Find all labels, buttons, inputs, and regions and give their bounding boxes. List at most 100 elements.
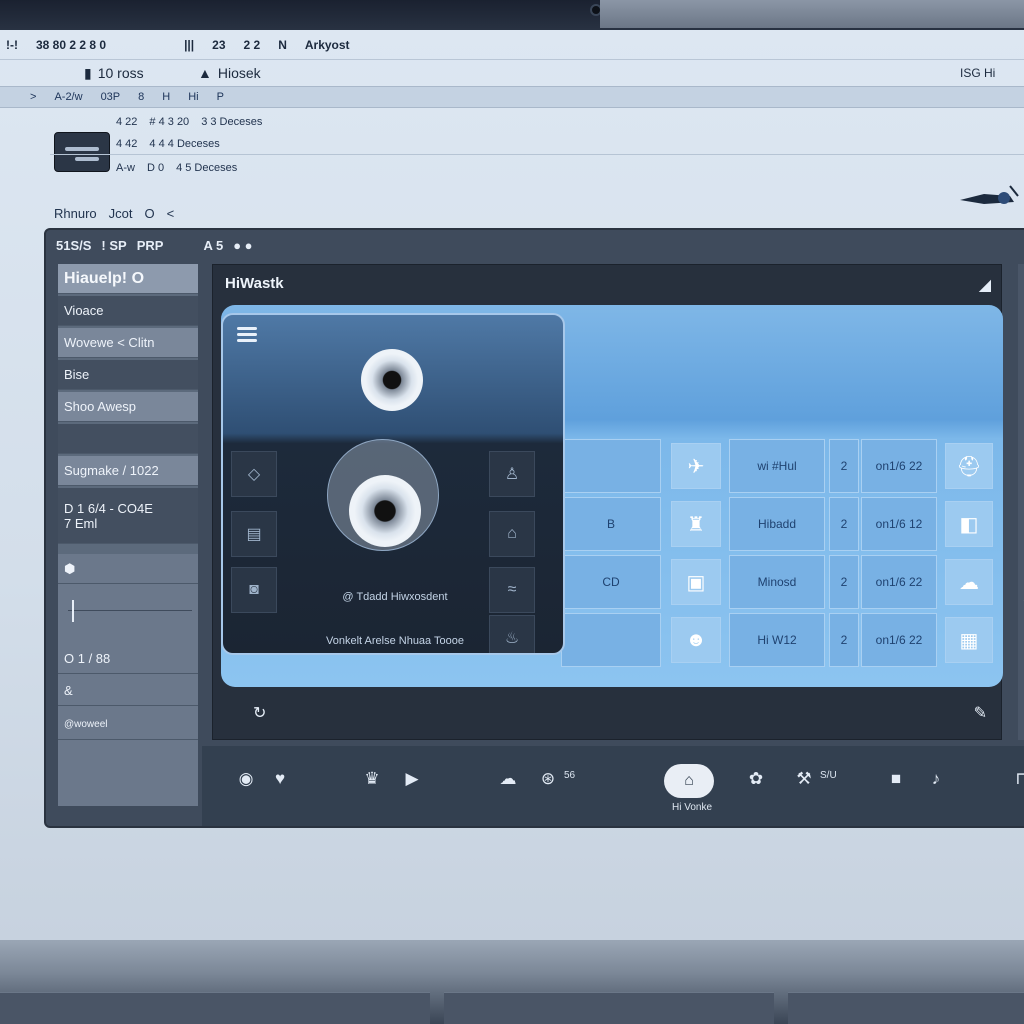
bag-icon[interactable]: ◙ bbox=[231, 567, 277, 613]
sidebar-item-vioace[interactable]: Vioace bbox=[58, 296, 198, 326]
sidebar-item-shoo[interactable]: Shoo Awesp bbox=[58, 392, 198, 422]
title-right[interactable]: ISG Hi bbox=[960, 66, 995, 80]
home-button[interactable]: ⌂ bbox=[664, 764, 714, 798]
sidebar-lower-item[interactable]: & bbox=[58, 676, 198, 706]
preview-thumbnail[interactable] bbox=[54, 132, 110, 172]
plane-icon[interactable]: ✈ bbox=[671, 443, 721, 489]
taskbar: ◉ ♥ ♛ ▶ ☁ ⊛ 56 ⌂ Hi Vonke ✿ ⚒ S/U ■ ♪ ⊓ bbox=[202, 746, 1024, 826]
film-icon[interactable]: ▶ bbox=[398, 766, 426, 792]
menu-item[interactable]: 2 2 bbox=[244, 38, 261, 52]
tool-icon[interactable]: ⚒ bbox=[790, 766, 818, 792]
panel-link[interactable]: Jcot bbox=[109, 206, 133, 221]
camera-icon[interactable]: ◉ bbox=[232, 766, 260, 792]
user-icon[interactable]: ☻ bbox=[671, 617, 721, 663]
heart-icon[interactable]: ♥ bbox=[266, 766, 294, 792]
sidebar-item-sugmake[interactable]: Sugmake / 1022 bbox=[58, 456, 198, 486]
app-icon[interactable]: ■ bbox=[882, 766, 910, 792]
toolbar-item[interactable]: 03P bbox=[101, 91, 121, 103]
taskbar-label: 56 bbox=[564, 770, 576, 781]
header-item[interactable]: ! SP bbox=[101, 238, 126, 253]
menu-item[interactable]: 38 80 2 2 8 0 bbox=[36, 38, 106, 52]
sidebar-item-empty[interactable] bbox=[58, 424, 198, 454]
refresh-icon[interactable]: ↻ bbox=[253, 703, 266, 723]
camera-lens-icon bbox=[361, 349, 423, 411]
header-item[interactable]: ● ● bbox=[233, 238, 252, 253]
grid-cell[interactable]: Hi W12 bbox=[729, 613, 825, 667]
grid-cell[interactable]: Minosd bbox=[729, 555, 825, 609]
grid-cell: on1/6 22 bbox=[861, 555, 937, 609]
grid-cell: CD bbox=[561, 555, 661, 609]
toolbar-item[interactable]: Hi bbox=[188, 91, 198, 103]
robot-icon[interactable]: ♜ bbox=[671, 501, 721, 547]
panel-link[interactable]: < bbox=[167, 206, 175, 221]
home-icon: ⌂ bbox=[684, 772, 694, 789]
sidebar-item-label: Shoo Awesp bbox=[64, 399, 137, 414]
menu-item[interactable]: N bbox=[278, 38, 287, 52]
title-center[interactable]: ▲ Hiosek bbox=[198, 65, 261, 81]
sidebar-title[interactable]: Hiauelp! O bbox=[58, 264, 198, 294]
menu-item[interactable]: !-! bbox=[6, 38, 18, 52]
overlay-caption: @ Tdadd Hiwxosdent bbox=[342, 591, 448, 603]
data-grid: ✈ wi #Hul 2 on1/6 22 ⛑ B ♜ Hibadd 2 on1/… bbox=[561, 439, 1001, 669]
header-item[interactable]: 51S/S bbox=[56, 238, 91, 253]
sidebar-item-label: Wovewe < Clitn bbox=[64, 335, 155, 350]
grid-icon[interactable]: ▤ bbox=[231, 511, 277, 557]
sidebar-lower-label: & bbox=[64, 683, 73, 698]
panel-field: 4 5 Deceses bbox=[176, 162, 238, 174]
panel-link[interactable]: Rhnuro bbox=[54, 206, 97, 221]
panel-field: D 0 bbox=[146, 162, 165, 174]
header-item[interactable]: A 5 bbox=[203, 238, 223, 253]
cloud-icon[interactable]: ☁ bbox=[494, 766, 522, 792]
tag-icon[interactable]: ◧ bbox=[945, 501, 993, 547]
crown-icon[interactable]: ♛ bbox=[358, 766, 386, 792]
sidebar-lower-icon[interactable]: ⬢ bbox=[58, 554, 198, 584]
title-left[interactable]: ▮ 10 ross bbox=[84, 65, 144, 82]
grid-cell: on1/6 12 bbox=[861, 497, 937, 551]
helmet-icon[interactable]: ⛑ bbox=[945, 443, 993, 489]
cup-icon[interactable]: ▣ bbox=[671, 559, 721, 605]
toolbar-item[interactable]: H bbox=[162, 91, 170, 103]
panel-link[interactable]: O bbox=[144, 206, 154, 221]
menu-item[interactable]: ||| bbox=[184, 38, 194, 52]
figure-icon[interactable]: ♙ bbox=[489, 451, 535, 497]
lock-icon[interactable]: ⌂ bbox=[489, 511, 535, 557]
sidebar-item-wovewe[interactable]: Wovewe < Clitn bbox=[58, 328, 198, 358]
sidebar-item-label: Sugmake / 1022 bbox=[64, 463, 159, 478]
panel-field: 3 3 Deceses bbox=[201, 116, 263, 128]
diamond-icon[interactable]: ◇ bbox=[231, 451, 277, 497]
sidebar-lower-item[interactable]: @woweel bbox=[58, 710, 198, 740]
folder-icon[interactable]: ⊓ bbox=[1008, 766, 1024, 792]
toolbar-item[interactable]: P bbox=[217, 91, 224, 103]
palette-icon[interactable]: ✿ bbox=[742, 766, 770, 792]
properties-panel: 4 22 # 4 3 20 3 3 Deceses 4 42 4 4 4 Dec… bbox=[50, 110, 1024, 230]
header-item[interactable]: PRP bbox=[137, 238, 164, 253]
app-window: 51S/S ! SP PRP A 5 ● ● Hiauelp! O Vioace… bbox=[44, 228, 1024, 828]
menu-icon[interactable] bbox=[237, 327, 257, 343]
edit-icon[interactable]: ✎ bbox=[974, 703, 987, 723]
title-left-label: 10 ross bbox=[97, 65, 144, 81]
title-center-label: Hiosek bbox=[217, 65, 261, 81]
sidebar-item-co4e[interactable]: D 1 6/4 - CO4E 7 Eml bbox=[58, 488, 198, 544]
sidebar-lower-label: O 1 / 88 bbox=[64, 651, 111, 666]
mic-icon[interactable]: ♪ bbox=[922, 766, 950, 792]
toolbar-item[interactable]: A-2/w bbox=[54, 91, 82, 103]
fish-icon[interactable]: ≈ bbox=[489, 567, 535, 613]
monitor-bezel-bottom bbox=[0, 940, 1024, 1024]
grid-cell[interactable]: Hibadd bbox=[729, 497, 825, 551]
toolbar-item[interactable]: 8 bbox=[138, 91, 144, 103]
sidebar-item-bise[interactable]: Bise bbox=[58, 360, 198, 390]
sub-toolbar: > A-2/w 03P 8 H Hi P bbox=[0, 86, 1024, 108]
grid-cell[interactable]: wi #Hul bbox=[729, 439, 825, 493]
menu-item[interactable]: 23 bbox=[212, 38, 225, 52]
grid-cell bbox=[561, 439, 661, 493]
share-icon[interactable]: ◢ bbox=[979, 275, 991, 295]
bezel-strip bbox=[600, 0, 1024, 28]
sidebar-item-label: Vioace bbox=[64, 303, 104, 318]
sidebar-lower-item[interactable]: O 1 / 88 bbox=[58, 644, 198, 674]
toolbar-item[interactable]: > bbox=[30, 91, 36, 103]
camera-lens-icon[interactable] bbox=[349, 475, 421, 547]
menu-item[interactable]: Arkyost bbox=[305, 38, 350, 52]
calendar-icon[interactable]: ▦ bbox=[945, 617, 993, 663]
chat-icon[interactable]: ☁ bbox=[945, 559, 993, 605]
car-icon[interactable]: ⊛ bbox=[534, 766, 562, 792]
